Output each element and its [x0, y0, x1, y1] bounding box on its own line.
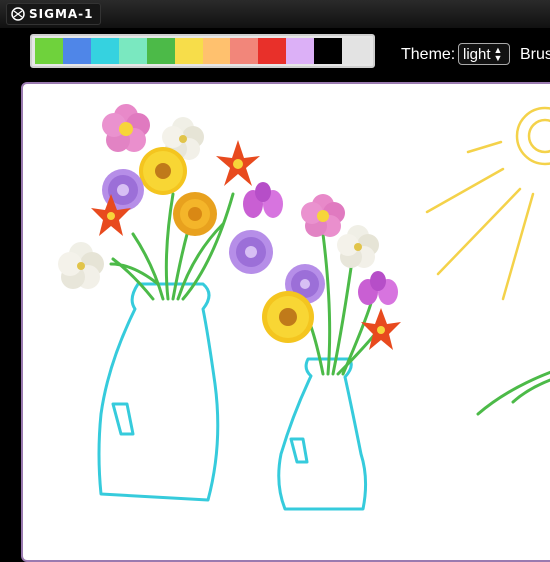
large-vase-highlight: [111, 402, 135, 436]
app-logo[interactable]: SIGMA-1: [6, 3, 101, 25]
yellow-flower: [139, 147, 187, 195]
stem: [321, 232, 332, 376]
sun-inner: [527, 118, 550, 154]
orchid-flower: [358, 271, 398, 305]
pink-flower: [301, 194, 345, 237]
small-vase-highlight: [289, 437, 309, 464]
updown-arrows-icon: ▲ ▼: [493, 45, 503, 63]
toolbar: Theme: light ▲▼ Brush: [0, 28, 550, 82]
color-swatch-light-gray[interactable]: [342, 38, 371, 64]
yellow-flower: [262, 291, 314, 343]
purple-flower: [229, 230, 273, 274]
pink-flower: [102, 104, 150, 152]
sun-ray: [436, 187, 522, 276]
color-swatch-black[interactable]: [314, 38, 343, 64]
white-flower: [58, 242, 104, 289]
theme-value: light: [463, 45, 491, 63]
color-swatch-mint[interactable]: [118, 38, 147, 64]
grass-stroke: [476, 370, 550, 416]
small-vase: [277, 357, 368, 511]
theme-label: Theme:: [401, 46, 456, 63]
white-flower: [337, 225, 379, 268]
logo-icon: [11, 7, 25, 21]
large-vase: [97, 282, 220, 502]
stem: [131, 232, 165, 301]
sun-ray: [501, 192, 535, 301]
orchid-flower: [243, 182, 283, 218]
title-bar: SIGMA-1: [0, 0, 550, 28]
color-swatch-green[interactable]: [146, 38, 175, 64]
drawing: [58, 104, 550, 511]
color-swatch-cyan[interactable]: [90, 38, 119, 64]
theme-select[interactable]: light ▲ ▼: [458, 43, 510, 65]
red-flower: [216, 140, 260, 186]
brush-label: Brush: [520, 46, 550, 63]
sun: [515, 106, 550, 166]
color-swatch-lavender[interactable]: [286, 38, 315, 64]
color-swatch-red[interactable]: [258, 38, 287, 64]
color-swatch-orange[interactable]: [202, 38, 231, 64]
orange-flower: [173, 192, 217, 236]
app-title: SIGMA-1: [29, 7, 94, 21]
color-swatch-yellow[interactable]: [174, 38, 203, 64]
stem: [341, 292, 375, 376]
color-swatch-blue[interactable]: [62, 38, 91, 64]
sun-ray: [425, 167, 505, 214]
drawing-canvas[interactable]: [21, 82, 550, 562]
sun-ray: [466, 140, 503, 154]
color-swatch-lime[interactable]: [35, 38, 63, 64]
color-palette: [30, 34, 375, 68]
color-swatch-salmon[interactable]: [230, 38, 259, 64]
